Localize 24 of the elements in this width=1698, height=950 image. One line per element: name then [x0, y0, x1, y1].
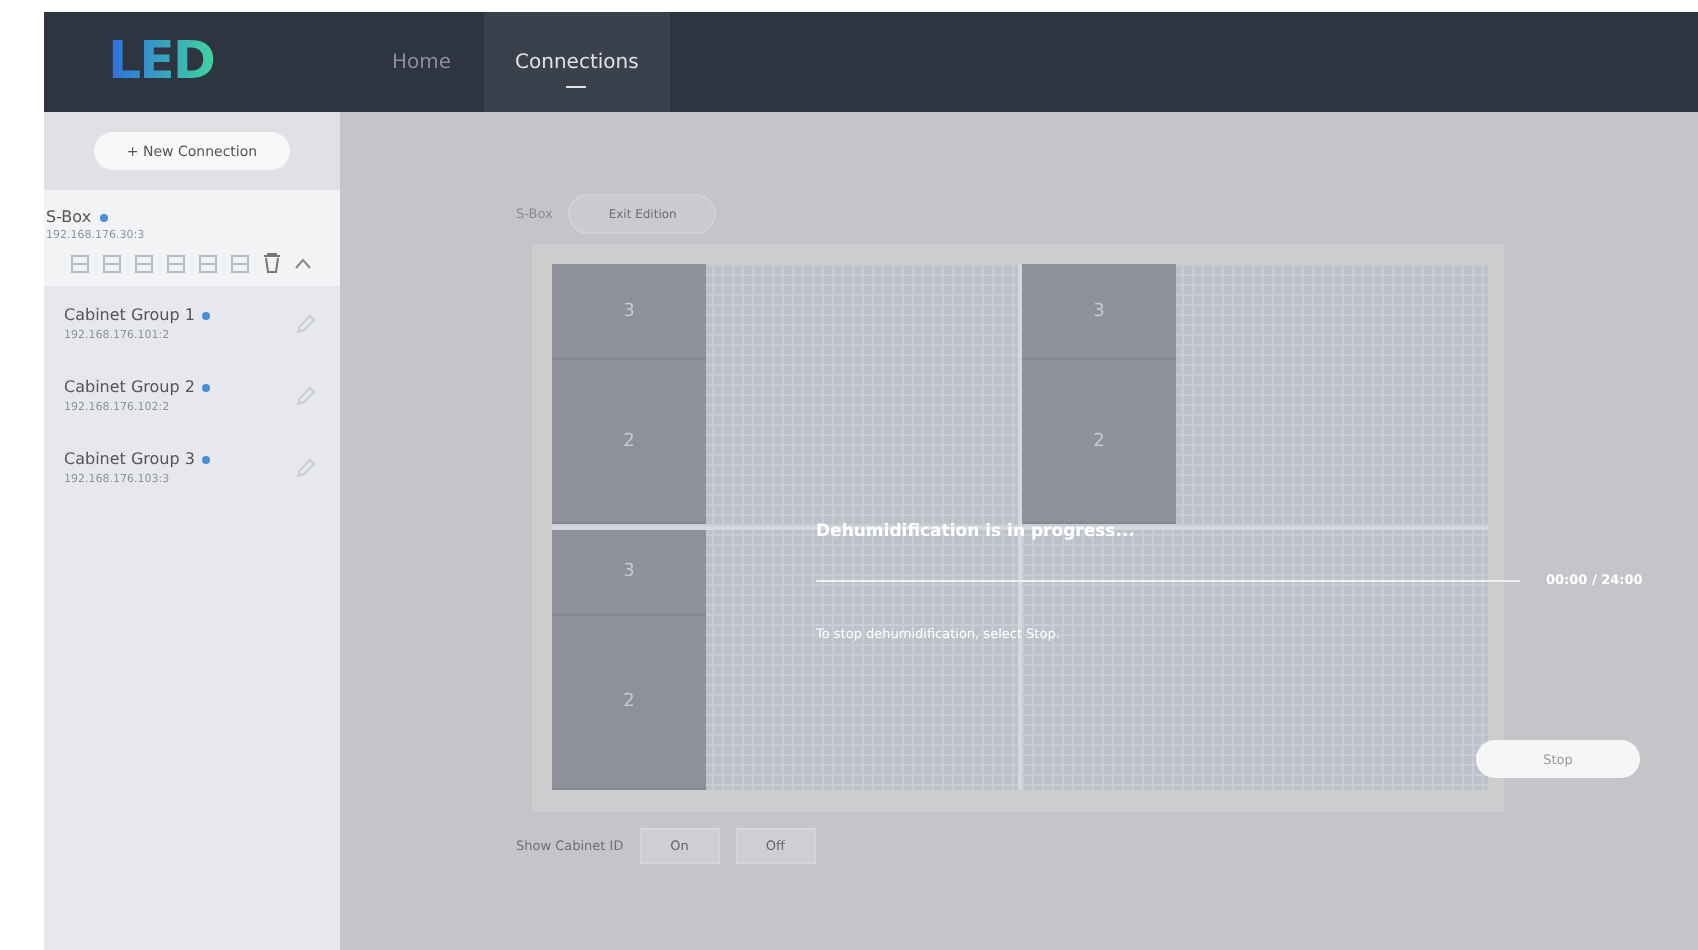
cabinet-tile[interactable]: 3: [552, 264, 706, 360]
square-tool-icon[interactable]: [70, 253, 90, 273]
group-name: Cabinet Group 3: [64, 450, 195, 468]
group-name: Cabinet Group 2: [64, 378, 195, 396]
cabinet-tile[interactable]: 3: [552, 530, 706, 616]
pencil-icon[interactable]: [296, 458, 316, 478]
pencil-icon[interactable]: [296, 314, 316, 334]
square-tool-icon[interactable]: [198, 253, 218, 273]
dialog-title: Dehumidification is in progress...: [816, 522, 1135, 542]
chevron-up-icon[interactable]: [294, 257, 312, 269]
device-name: S-Box: [46, 208, 92, 226]
cabinet-tile[interactable]: 2: [552, 616, 706, 790]
cabinet-tile[interactable]: 2: [552, 360, 706, 524]
cabinet-tile[interactable]: 2: [1022, 360, 1176, 524]
square-tool-icon[interactable]: [166, 253, 186, 273]
trash-icon[interactable]: [262, 252, 282, 274]
group-name: Cabinet Group 1: [64, 306, 195, 324]
square-tool-icon[interactable]: [102, 253, 122, 273]
nav-tab[interactable]: Home: [360, 12, 484, 112]
nav-tab[interactable]: Connections: [483, 12, 671, 112]
square-tool-icon[interactable]: [134, 253, 154, 273]
cabinet-tile[interactable]: 3: [1022, 264, 1176, 360]
pencil-icon[interactable]: [296, 386, 316, 406]
square-tool-icon[interactable]: [230, 253, 250, 273]
